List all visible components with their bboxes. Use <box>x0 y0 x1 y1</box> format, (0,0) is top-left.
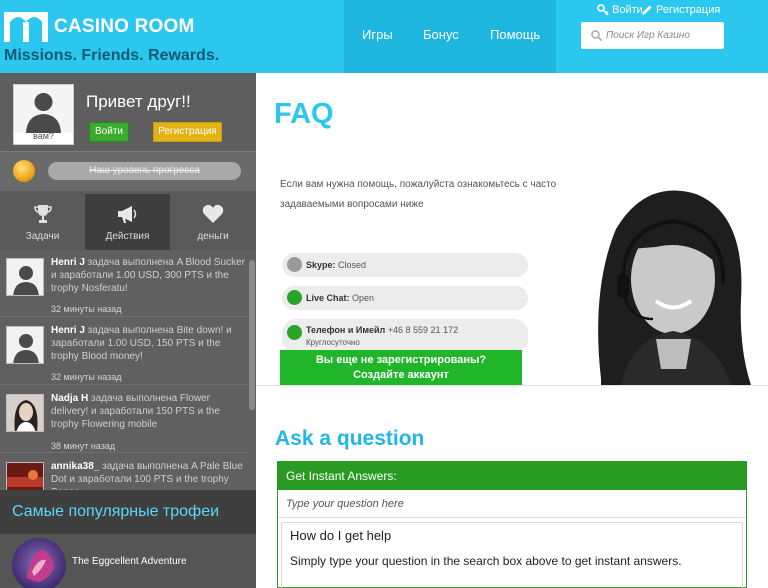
user-avatar-icon <box>6 394 44 432</box>
top-header: CASINO ROOM Missions. Friends. Rewards. … <box>0 0 768 73</box>
feed-message: annika38_ задача выполнена A Pale Blue D… <box>51 460 247 490</box>
popular-trophies-header: Самые популярные трофеи <box>0 490 256 534</box>
create-account-button[interactable]: Вы еще не зарегистрированы? Создайте акк… <box>280 350 522 386</box>
trophy-name: The Eggcellent Adventure <box>72 556 187 567</box>
header-register-label: Регистрация <box>656 4 721 16</box>
chat-icon <box>287 290 302 305</box>
nav-item-games[interactable]: Игры <box>362 27 393 42</box>
feed-user[interactable]: annika38_ <box>51 461 99 472</box>
trophy-item[interactable]: The Eggcellent Adventure <box>0 534 256 588</box>
brand-tagline: Missions. Friends. Rewards. <box>4 47 220 64</box>
feed-item[interactable]: annika38_ задача выполнена A Pale Blue D… <box>0 454 248 490</box>
skype-icon <box>287 257 302 272</box>
feed-time: 32 минуты назад <box>51 372 122 382</box>
feed-time: 38 минут назад <box>51 441 116 451</box>
casino-room-logo-icon[interactable] <box>4 8 48 42</box>
user-avatar-icon <box>6 326 44 364</box>
tab-actions-label: Действия <box>105 231 150 242</box>
contact-hours: Круглосуточно <box>306 338 360 347</box>
coin-icon <box>13 160 35 182</box>
contact-label: Live Chat: <box>306 293 350 303</box>
header-login-label: Войти <box>612 4 643 16</box>
contact-value: Open <box>349 293 375 303</box>
tab-tasks-label: Задачи <box>25 231 60 242</box>
feed-user[interactable]: Henri J <box>51 257 85 268</box>
feed-item[interactable]: Henri J задача выполнена A Blood Sucker … <box>0 250 248 317</box>
pencil-icon <box>642 5 652 15</box>
support-agent-photo <box>561 169 768 385</box>
instant-answers-header: Get Instant Answers: <box>278 462 746 490</box>
feed-message: Henri J задача выполнена A Blood Sucker … <box>51 256 247 295</box>
ask-question-title: Ask a question <box>275 427 425 450</box>
faq-intro: Если вам нужна помощь, пожалуйста ознако… <box>280 179 557 210</box>
tab-tasks[interactable]: Задачи <box>0 194 85 250</box>
brand-name[interactable]: CASINO ROOM <box>54 16 194 38</box>
user-panel: вам? Привет друг!! Войти Регистрация <box>0 73 256 151</box>
contact-label: Skype: <box>306 260 336 270</box>
cta-line-1: Вы еще не зарегистрированы? <box>315 354 487 366</box>
sidebar-register-button[interactable]: Регистрация <box>153 122 222 142</box>
trophies-title: Самые популярные трофеи <box>12 503 220 520</box>
trophy-icon <box>33 205 52 223</box>
contact-live-chat[interactable]: Live Chat: Open <box>282 286 528 310</box>
contact-phone-email[interactable]: Телефон и Имейл +46 8 559 21 172 Круглос… <box>282 319 528 353</box>
feed-scrollbar[interactable] <box>249 260 255 410</box>
search-icon[interactable] <box>591 30 602 41</box>
question-input-row <box>278 490 746 518</box>
nav-item-bonus[interactable]: Бонус <box>423 27 459 42</box>
user-silhouette-icon <box>14 85 73 133</box>
cta-line-2: Создайте аккаунт <box>353 369 449 381</box>
casino-search-input[interactable] <box>606 27 718 44</box>
avatar-caption: вам? <box>33 131 54 141</box>
feed-message: Henri J задача выполнена Bite down! и за… <box>51 324 247 363</box>
feed-user[interactable]: Henri J <box>51 325 85 336</box>
progress-row: Наш уровень прогресса <box>0 151 256 191</box>
page-title: FAQ <box>274 98 334 130</box>
user-avatar-icon <box>6 258 44 296</box>
trophy-badge-icon <box>12 538 66 588</box>
tab-money[interactable]: деньги <box>170 194 256 250</box>
search-box <box>581 22 724 49</box>
tab-actions[interactable]: Действия <box>85 194 170 250</box>
feed-item[interactable]: Henri J задача выполнена Bite down! и за… <box>0 318 248 385</box>
nav-item-help[interactable]: Помощь <box>490 27 540 42</box>
feed-user[interactable]: Nadja H <box>51 393 88 404</box>
contact-skype[interactable]: Skype: Closed <box>282 253 528 277</box>
megaphone-icon <box>117 206 136 223</box>
progress-bar[interactable]: Наш уровень прогресса <box>48 162 241 180</box>
sidebar: вам? Привет друг!! Войти Регистрация Наш… <box>0 73 256 588</box>
answer-text: Simply type your question in the search … <box>290 554 682 568</box>
phone-icon <box>287 325 302 340</box>
sidebar-login-button[interactable]: Войти <box>89 122 129 142</box>
header-register-link[interactable]: Регистрация <box>641 4 720 16</box>
feed-message: Nadja H задача выполнена Flower delivery… <box>51 392 247 431</box>
header-login-link[interactable]: Войти <box>597 4 643 16</box>
activity-tabs: Задачи Действия деньги <box>0 194 256 250</box>
user-avatar-icon <box>6 462 44 490</box>
feed-time: 32 минуты назад <box>51 304 122 314</box>
avatar[interactable]: вам? <box>13 84 74 145</box>
activity-feed: Henri J задача выполнена A Blood Sucker … <box>0 250 256 490</box>
answer-question[interactable]: How do I get help <box>290 528 391 543</box>
instant-answers-box: Get Instant Answers: How do I get help S… <box>277 461 747 588</box>
contact-value: +46 8 559 21 172 <box>385 325 459 335</box>
contact-label: Телефон и Имейл <box>306 325 386 335</box>
section-divider <box>256 385 768 386</box>
feed-item[interactable]: Nadja H задача выполнена Flower delivery… <box>0 386 248 453</box>
tab-money-label: деньги <box>197 231 229 242</box>
greeting: Привет друг!! <box>86 92 191 111</box>
contact-value: Closed <box>335 260 367 270</box>
question-input[interactable] <box>286 495 726 513</box>
key-icon <box>597 4 609 16</box>
main-content: FAQ Если вам нужна помощь, пожалуйста оз… <box>256 73 768 588</box>
answer-result: How do I get help Simply type your quest… <box>281 522 743 588</box>
heart-icon <box>202 204 224 223</box>
